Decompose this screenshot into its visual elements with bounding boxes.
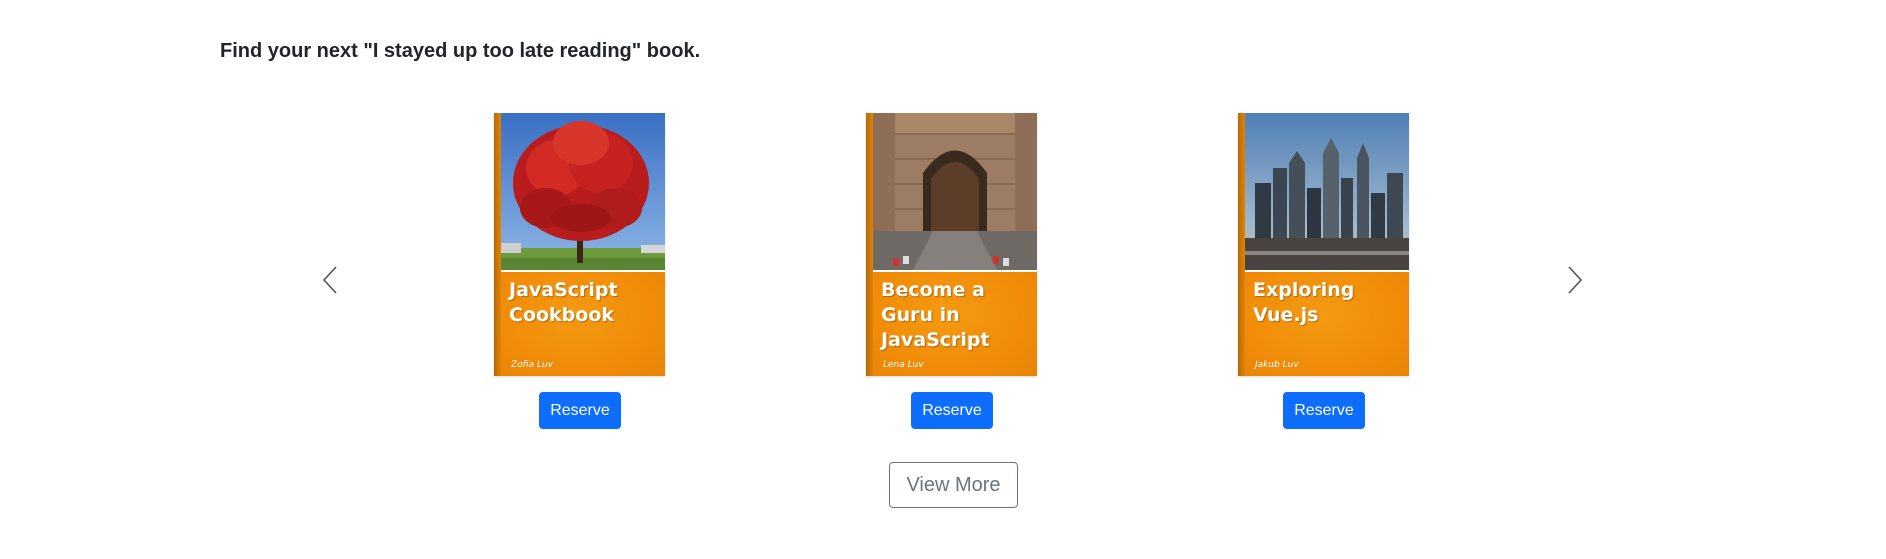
book-title: JavaScript Cookbook <box>509 279 618 326</box>
cover-photo-city-skyline <box>1245 113 1409 270</box>
book-author: Jakub Luv <box>1255 360 1299 370</box>
cover-spine <box>1238 113 1245 376</box>
cover-photo-stone-archway <box>873 113 1037 270</box>
book-author: Lena Luv <box>883 360 924 370</box>
book-title: Exploring Vue.js <box>1253 279 1355 326</box>
chevron-left-icon <box>321 265 339 295</box>
cover-title-panel: JavaScript Cookbook Zofia Luv <box>501 270 665 376</box>
book-author: Zofia Luv <box>511 360 553 370</box>
book-card: JavaScript Cookbook Zofia Luv Reserve <box>490 113 670 429</box>
reserve-button[interactable]: Reserve <box>539 392 621 429</box>
cover-spine <box>494 113 501 376</box>
cover-photo-red-tree <box>501 113 665 270</box>
reserve-button[interactable]: Reserve <box>911 392 993 429</box>
carousel-prev-button[interactable] <box>310 260 350 300</box>
book-title: Become a Guru in JavaScript <box>881 279 990 351</box>
chevron-right-icon <box>1566 265 1584 295</box>
cover-title-panel: Become a Guru in JavaScript Lena Luv <box>873 270 1037 376</box>
book-cover[interactable]: Become a Guru in JavaScript Lena Luv <box>866 113 1037 376</box>
book-cover[interactable]: Exploring Vue.js Jakub Luv <box>1238 113 1409 376</box>
cover-spine <box>866 113 873 376</box>
carousel-next-button[interactable] <box>1555 260 1595 300</box>
book-card: Become a Guru in JavaScript Lena Luv Res… <box>862 113 1042 429</box>
book-cover[interactable]: JavaScript Cookbook Zofia Luv <box>494 113 665 376</box>
reserve-button[interactable]: Reserve <box>1283 392 1365 429</box>
cover-title-panel: Exploring Vue.js Jakub Luv <box>1245 270 1409 376</box>
view-more-button[interactable]: View More <box>889 462 1018 508</box>
book-card: Exploring Vue.js Jakub Luv Reserve <box>1234 113 1414 429</box>
